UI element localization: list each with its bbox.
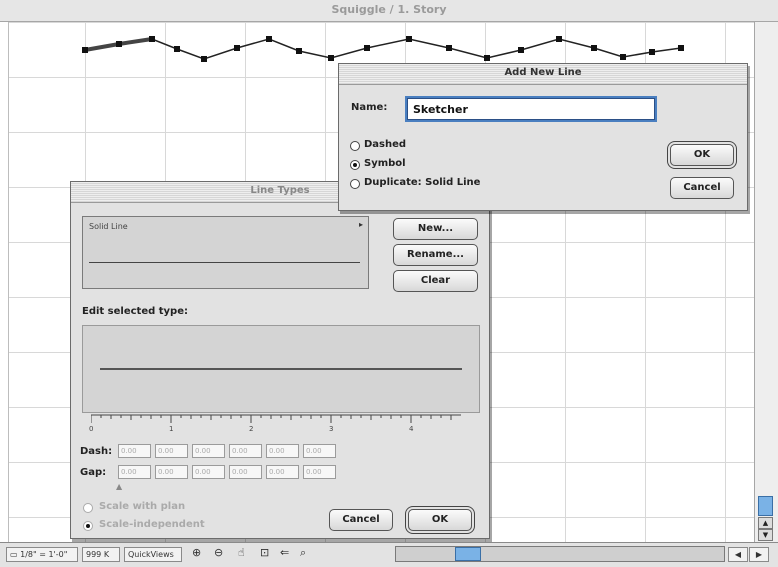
- scale-with-plan-radio[interactable]: [83, 503, 93, 513]
- scale-popup[interactable]: ▭ 1/8" = 1'-0": [6, 547, 78, 562]
- scale-independent-label: Scale-independent: [99, 519, 205, 530]
- horizontal-scroll-thumb[interactable]: [455, 547, 481, 561]
- line-edit-preview-area[interactable]: [82, 325, 480, 413]
- ruler-label-4: 4: [409, 425, 414, 433]
- window-title: Squiggle / 1. Story: [331, 3, 447, 16]
- gap-field-2[interactable]: 0.00: [155, 465, 188, 479]
- name-label: Name:: [351, 102, 388, 113]
- dash-field-2[interactable]: 0.00: [155, 444, 188, 458]
- gap-field-3[interactable]: 0.00: [192, 465, 225, 479]
- gap-field-5[interactable]: 0.00: [266, 465, 299, 479]
- new-line-button[interactable]: New...: [393, 218, 478, 240]
- zoom-in-icon[interactable]: ⊕: [192, 546, 201, 559]
- dash-field-1[interactable]: 0.00: [118, 444, 151, 458]
- dash-field-5[interactable]: 0.00: [266, 444, 299, 458]
- zoom-fit-icon[interactable]: ⊡: [260, 546, 269, 559]
- quickviews-label: QuickViews: [128, 550, 174, 559]
- line-ruler: [91, 414, 461, 423]
- add-new-line-dialog: Add New Line Name: Sketcher Dashed Symbo…: [338, 63, 748, 211]
- scale-value: 1/8" = 1'-0": [20, 550, 68, 559]
- gap-field-1[interactable]: 0.00: [118, 465, 151, 479]
- gap-field-4[interactable]: 0.00: [229, 465, 262, 479]
- scroll-down-arrow-icon[interactable]: ▼: [758, 529, 773, 541]
- window-title-bar[interactable]: Squiggle / 1. Story: [0, 0, 778, 22]
- scroll-left-arrow-icon[interactable]: ◀: [728, 547, 748, 562]
- vertical-scrollbar[interactable]: [754, 22, 778, 542]
- duplicate-radio[interactable]: [350, 179, 360, 189]
- line-preview-stroke: [100, 368, 462, 370]
- line-types-dialog: Line Types Solid Line ▸ New... Rename...…: [70, 181, 490, 539]
- previous-view-icon[interactable]: ⇐: [280, 546, 289, 559]
- edit-selected-type-label: Edit selected type:: [82, 306, 188, 317]
- ruler-label-2: 2: [249, 425, 254, 433]
- vertical-scroll-thumb[interactable]: [758, 496, 773, 516]
- list-menu-triangle-icon[interactable]: ▸: [359, 220, 363, 229]
- add-new-line-title: Add New Line: [504, 67, 582, 78]
- scale-with-plan-label: Scale with plan: [99, 501, 186, 512]
- memory-value: 999 K: [86, 550, 110, 559]
- scale-independent-radio[interactable]: [83, 521, 93, 531]
- name-input-value: Sketcher: [413, 103, 468, 116]
- line-types-cancel-button[interactable]: Cancel: [329, 509, 393, 531]
- rename-line-button[interactable]: Rename...: [393, 244, 478, 266]
- horizontal-scrollbar[interactable]: [395, 546, 725, 562]
- ruler-label-3: 3: [329, 425, 334, 433]
- clear-line-button[interactable]: Clear: [393, 270, 478, 292]
- gap-field-6[interactable]: 0.00: [303, 465, 336, 479]
- dash-field-4[interactable]: 0.00: [229, 444, 262, 458]
- scroll-right-arrow-icon[interactable]: ▶: [749, 547, 769, 562]
- scroll-up-arrow-icon[interactable]: ▲: [758, 517, 773, 529]
- gap-pointer-icon: ▲: [116, 482, 123, 491]
- selected-line-preview: [89, 262, 360, 263]
- line-type-list[interactable]: Solid Line ▸: [82, 216, 369, 289]
- dash-field-3[interactable]: 0.00: [192, 444, 225, 458]
- quickviews-button[interactable]: QuickViews: [124, 547, 182, 562]
- dash-label: Dash:: [80, 446, 113, 457]
- add-line-cancel-button[interactable]: Cancel: [670, 177, 734, 199]
- selected-line-name: Solid Line: [89, 222, 128, 231]
- line-types-ok-button[interactable]: OK: [408, 509, 472, 531]
- layer-icon: ▭: [10, 550, 21, 559]
- zoom-dropdown-icon[interactable]: ⌕: [300, 546, 306, 560]
- ruler-label-1: 1: [169, 425, 174, 433]
- zoom-out-icon[interactable]: ⊖: [214, 546, 223, 559]
- dashed-label: Dashed: [364, 139, 407, 150]
- memory-indicator: 999 K: [82, 547, 120, 562]
- dash-field-6[interactable]: 0.00: [303, 444, 336, 458]
- gap-label: Gap:: [80, 467, 107, 478]
- add-new-line-title-bar[interactable]: Add New Line: [339, 64, 747, 85]
- duplicate-label: Duplicate: Solid Line: [364, 177, 481, 188]
- name-input[interactable]: Sketcher: [405, 96, 657, 122]
- add-line-ok-button[interactable]: OK: [670, 144, 734, 166]
- hand-pan-icon[interactable]: ☝: [238, 546, 245, 559]
- symbol-radio[interactable]: [350, 160, 360, 170]
- ruler-label-0: 0: [89, 425, 94, 433]
- symbol-label: Symbol: [364, 158, 406, 169]
- dashed-radio[interactable]: [350, 141, 360, 151]
